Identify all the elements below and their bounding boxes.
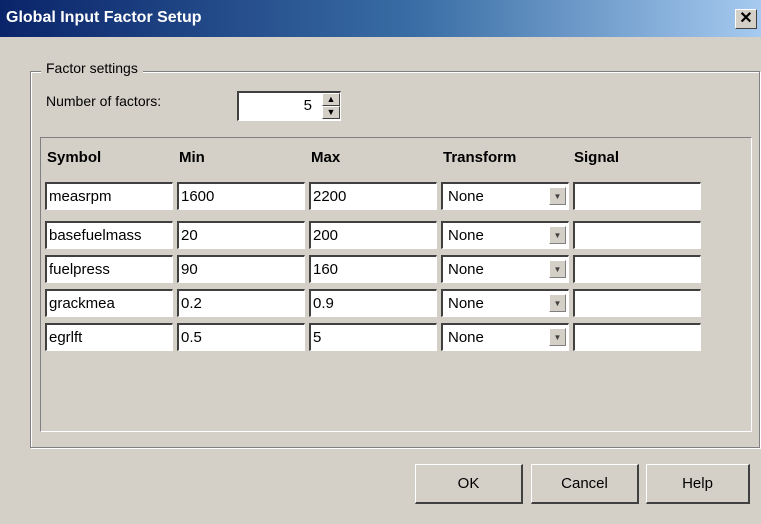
transform-select[interactable]: None ▼ [441, 289, 569, 317]
num-factors-value[interactable]: 5 [304, 97, 312, 114]
min-input[interactable]: 0.5 [177, 323, 305, 351]
num-factors-label: Number of factors: [46, 93, 162, 109]
min-input[interactable]: 1600 [177, 182, 305, 210]
window-title: Global Input Factor Setup [6, 9, 202, 26]
transform-select[interactable]: None ▼ [441, 323, 569, 351]
spin-up-arrow-icon: ▲ [326, 94, 336, 104]
chevron-down-icon[interactable]: ▼ [549, 328, 566, 346]
spin-up-button[interactable]: ▲ [322, 93, 340, 106]
chevron-down-icon[interactable]: ▼ [549, 260, 566, 278]
header-min: Min [179, 149, 205, 166]
max-input[interactable]: 5 [309, 323, 437, 351]
min-input[interactable]: 20 [177, 221, 305, 249]
spin-down-arrow-icon: ▼ [326, 107, 336, 117]
max-input[interactable]: 200 [309, 221, 437, 249]
group-legend: Factor settings [41, 60, 143, 76]
signal-input[interactable] [573, 182, 701, 210]
transform-value: None [448, 329, 484, 346]
header-transform: Transform [443, 149, 517, 166]
max-input[interactable]: 0.9 [309, 289, 437, 317]
symbol-input[interactable]: fuelpress [45, 255, 173, 283]
transform-select[interactable]: None ▼ [441, 255, 569, 283]
max-input[interactable]: 160 [309, 255, 437, 283]
close-button[interactable]: ✕ [735, 9, 757, 29]
help-button[interactable]: Help [646, 464, 750, 504]
ok-button[interactable]: OK [415, 464, 523, 504]
header-symbol: Symbol [47, 149, 102, 166]
signal-input[interactable] [573, 255, 701, 283]
min-input[interactable]: 90 [177, 255, 305, 283]
close-icon: ✕ [739, 10, 753, 27]
transform-select[interactable]: None ▼ [441, 182, 569, 210]
signal-input[interactable] [573, 289, 701, 317]
min-input[interactable]: 0.2 [177, 289, 305, 317]
transform-select[interactable]: None ▼ [441, 221, 569, 249]
title-bar: Global Input Factor Setup ✕ [0, 0, 761, 37]
signal-input[interactable] [573, 323, 701, 351]
symbol-input[interactable]: grackmea [45, 289, 173, 317]
symbol-input[interactable]: measrpm [45, 182, 173, 210]
signal-input[interactable] [573, 221, 701, 249]
symbol-input[interactable]: egrlft [45, 323, 173, 351]
header-signal: Signal [574, 149, 620, 166]
transform-value: None [448, 227, 484, 244]
max-input[interactable]: 2200 [309, 182, 437, 210]
chevron-down-icon[interactable]: ▼ [549, 187, 566, 205]
cancel-button[interactable]: Cancel [531, 464, 639, 504]
spin-down-button[interactable]: ▼ [322, 106, 340, 119]
num-factors-spinner[interactable]: 5 ▲ ▼ [237, 91, 341, 121]
symbol-input[interactable]: basefuelmass [45, 221, 173, 249]
chevron-down-icon[interactable]: ▼ [549, 226, 566, 244]
chevron-down-icon[interactable]: ▼ [549, 294, 566, 312]
transform-value: None [448, 295, 484, 312]
transform-value: None [448, 188, 484, 205]
transform-value: None [448, 261, 484, 278]
header-max: Max [311, 149, 341, 166]
